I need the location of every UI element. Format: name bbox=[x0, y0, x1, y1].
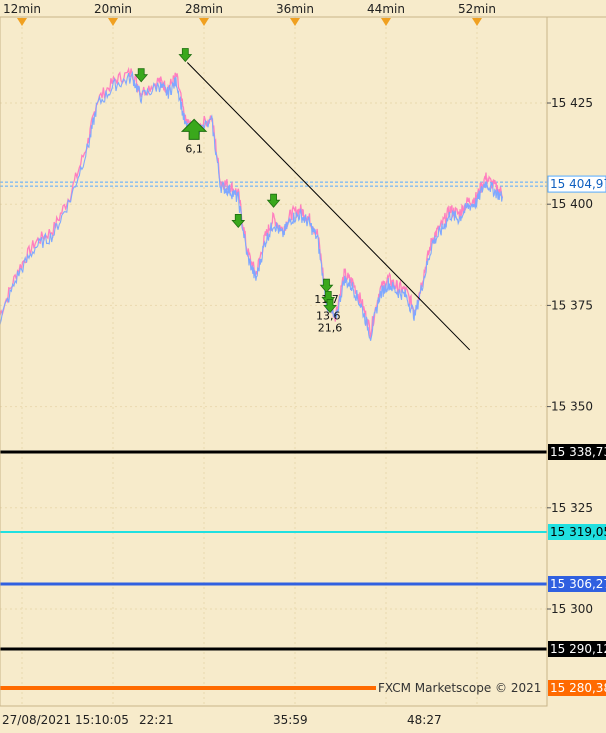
bottom-time-label: 27/08/2021 15:10:05 bbox=[2, 713, 129, 727]
top-time-label: 44min bbox=[367, 2, 405, 16]
y-tick-label: 15 425 bbox=[551, 96, 593, 110]
signal-label: 21,6 bbox=[318, 321, 343, 334]
level-price-label: 15 280,38 bbox=[550, 681, 606, 695]
signal-label: 13,6 bbox=[316, 309, 341, 322]
y-tick-label: 15 375 bbox=[551, 298, 593, 312]
bottom-time-label: 35:59 bbox=[273, 713, 308, 727]
level-price-label: 15 338,73 bbox=[550, 445, 606, 459]
top-time-label: 36min bbox=[276, 2, 314, 16]
top-time-label: 28min bbox=[185, 2, 223, 16]
y-tick-label: 15 350 bbox=[551, 400, 593, 414]
watermark: FXCM Marketscope © 2021 bbox=[378, 681, 541, 695]
y-tick-label: 15 300 bbox=[551, 602, 593, 616]
level-price-label: 15 306,27 bbox=[550, 577, 606, 591]
chart-background bbox=[0, 0, 606, 733]
level-price-label: 15 319,05 bbox=[550, 525, 606, 539]
signal-label: 6,1 bbox=[185, 142, 203, 155]
top-time-label: 52min bbox=[458, 2, 496, 16]
y-tick-label: 15 400 bbox=[551, 197, 593, 211]
bottom-time-label: 22:21 bbox=[139, 713, 174, 727]
bottom-time-label: 48:27 bbox=[407, 713, 442, 727]
current-price-label: 15 404,97 bbox=[550, 177, 606, 191]
y-tick-label: 15 325 bbox=[551, 501, 593, 515]
level-price-label: 15 290,12 bbox=[550, 642, 606, 656]
price-chart: 15 338,73 15 319,05 15 306,27 15 290,12 15 2… bbox=[0, 0, 606, 733]
top-time-label: 12min bbox=[3, 2, 41, 16]
top-time-label: 20min bbox=[94, 2, 132, 16]
